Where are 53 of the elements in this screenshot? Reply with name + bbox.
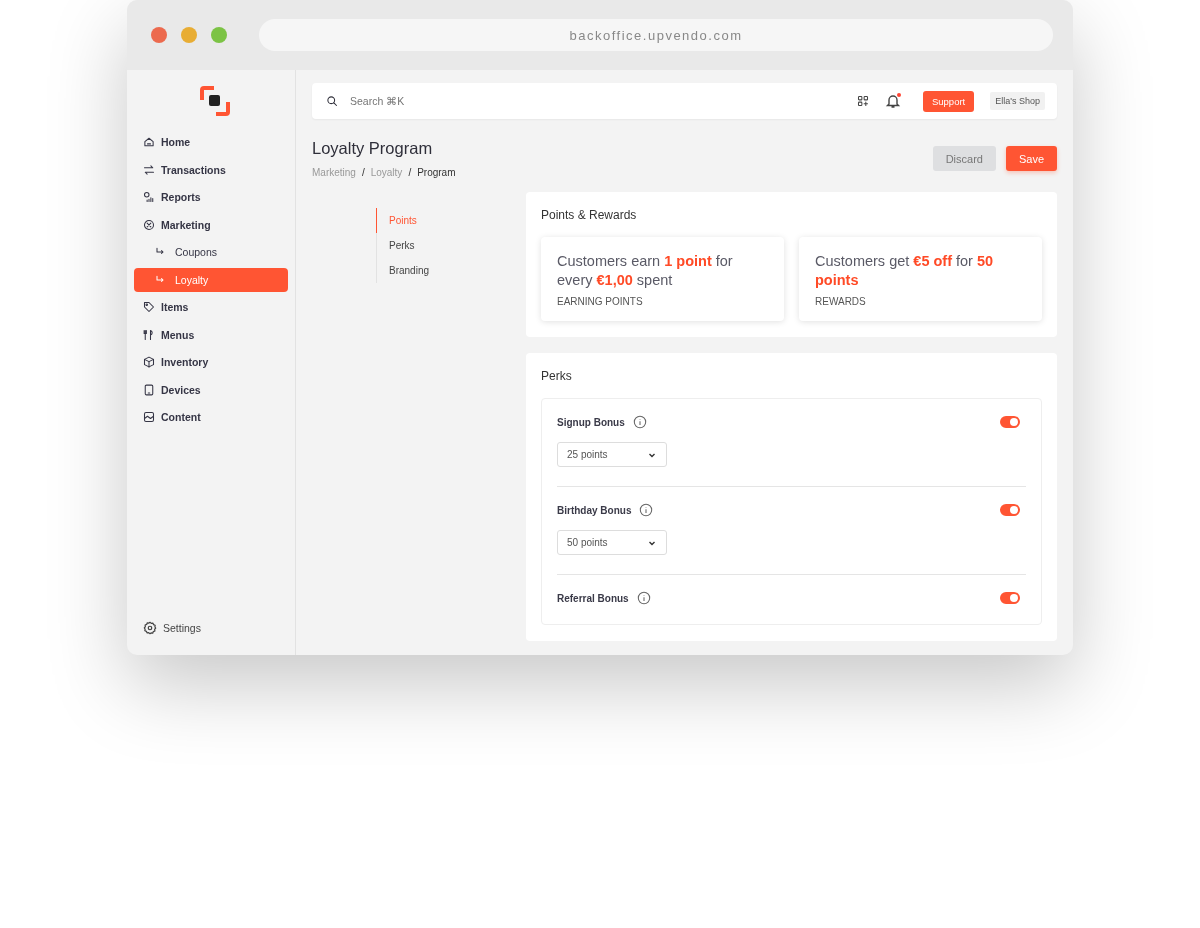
- search-icon: [326, 95, 338, 107]
- section-link[interactable]: Perks: [376, 233, 520, 258]
- sidebar-item[interactable]: Inventory: [134, 350, 288, 374]
- maximize-dot[interactable]: [211, 27, 227, 43]
- cube-icon: [143, 356, 155, 368]
- breadcrumb-current: Program: [417, 167, 456, 178]
- points-dropdown[interactable]: 25 points: [557, 442, 667, 467]
- section-link[interactable]: Branding: [376, 258, 520, 283]
- tablet-icon: [143, 383, 155, 396]
- house-icon: [143, 136, 155, 148]
- sidebar-item[interactable]: Items: [134, 295, 288, 319]
- panel-title: Points & Rewards: [541, 208, 638, 222]
- points-dropdown[interactable]: 50 points: [557, 530, 667, 555]
- logo-icon: [200, 86, 230, 116]
- gear-icon: [143, 620, 157, 635]
- sidebar-item[interactable]: Reports: [134, 185, 288, 209]
- shop-switcher[interactable]: Ella's Shop: [990, 92, 1045, 110]
- summary-caption: REWARDS: [815, 296, 867, 307]
- chart-icon: [143, 191, 155, 203]
- sidebar-item[interactable]: Home: [134, 130, 288, 154]
- sidebar-item[interactable]: Content: [134, 405, 288, 429]
- apps-icon: [856, 95, 869, 107]
- breadcrumb-separator: /: [408, 167, 412, 178]
- circle-x-icon: [143, 218, 155, 231]
- sidebar-item[interactable]: Marketing: [134, 212, 288, 237]
- arrows-icon: [143, 163, 155, 176]
- perk-label: Birthday Bonus: [557, 504, 632, 516]
- summary-text: Customers get €5 off for 50 points: [815, 252, 995, 290]
- close-dot[interactable]: [151, 27, 167, 43]
- summary-caption: EARNING POINTS: [557, 296, 644, 307]
- summary-text: Customers earn 1 point for every €1,00 spent: [557, 252, 734, 290]
- sidebar-item[interactable]: Transactions: [134, 157, 288, 182]
- info-icon[interactable]: [636, 591, 651, 605]
- search-input[interactable]: Search ⌘K: [348, 94, 845, 108]
- minimize-dot[interactable]: [181, 27, 197, 43]
- sidebar-item[interactable]: Coupons: [134, 240, 288, 264]
- panel-title: Perks: [541, 369, 573, 383]
- settings-item[interactable]: Settings: [134, 615, 288, 640]
- toggle-switch[interactable]: [1000, 416, 1020, 428]
- toggle-switch[interactable]: [1000, 592, 1020, 604]
- tag-icon: [143, 301, 155, 313]
- fork-knife-icon: [143, 328, 155, 341]
- info-icon[interactable]: [632, 415, 647, 429]
- sidebar-item[interactable]: Devices: [134, 377, 288, 402]
- bell-icon[interactable]: [884, 93, 901, 109]
- info-icon[interactable]: [639, 503, 654, 517]
- perk-label: Signup Bonus: [557, 416, 625, 428]
- sidebar-item[interactable]: Menus: [134, 322, 288, 347]
- image-icon: [143, 411, 155, 423]
- perk-label: Referral Bonus: [557, 592, 629, 604]
- toggle-switch[interactable]: [1000, 504, 1020, 516]
- page-title: Loyalty Program: [312, 139, 434, 158]
- breadcrumb-separator: /: [361, 167, 365, 178]
